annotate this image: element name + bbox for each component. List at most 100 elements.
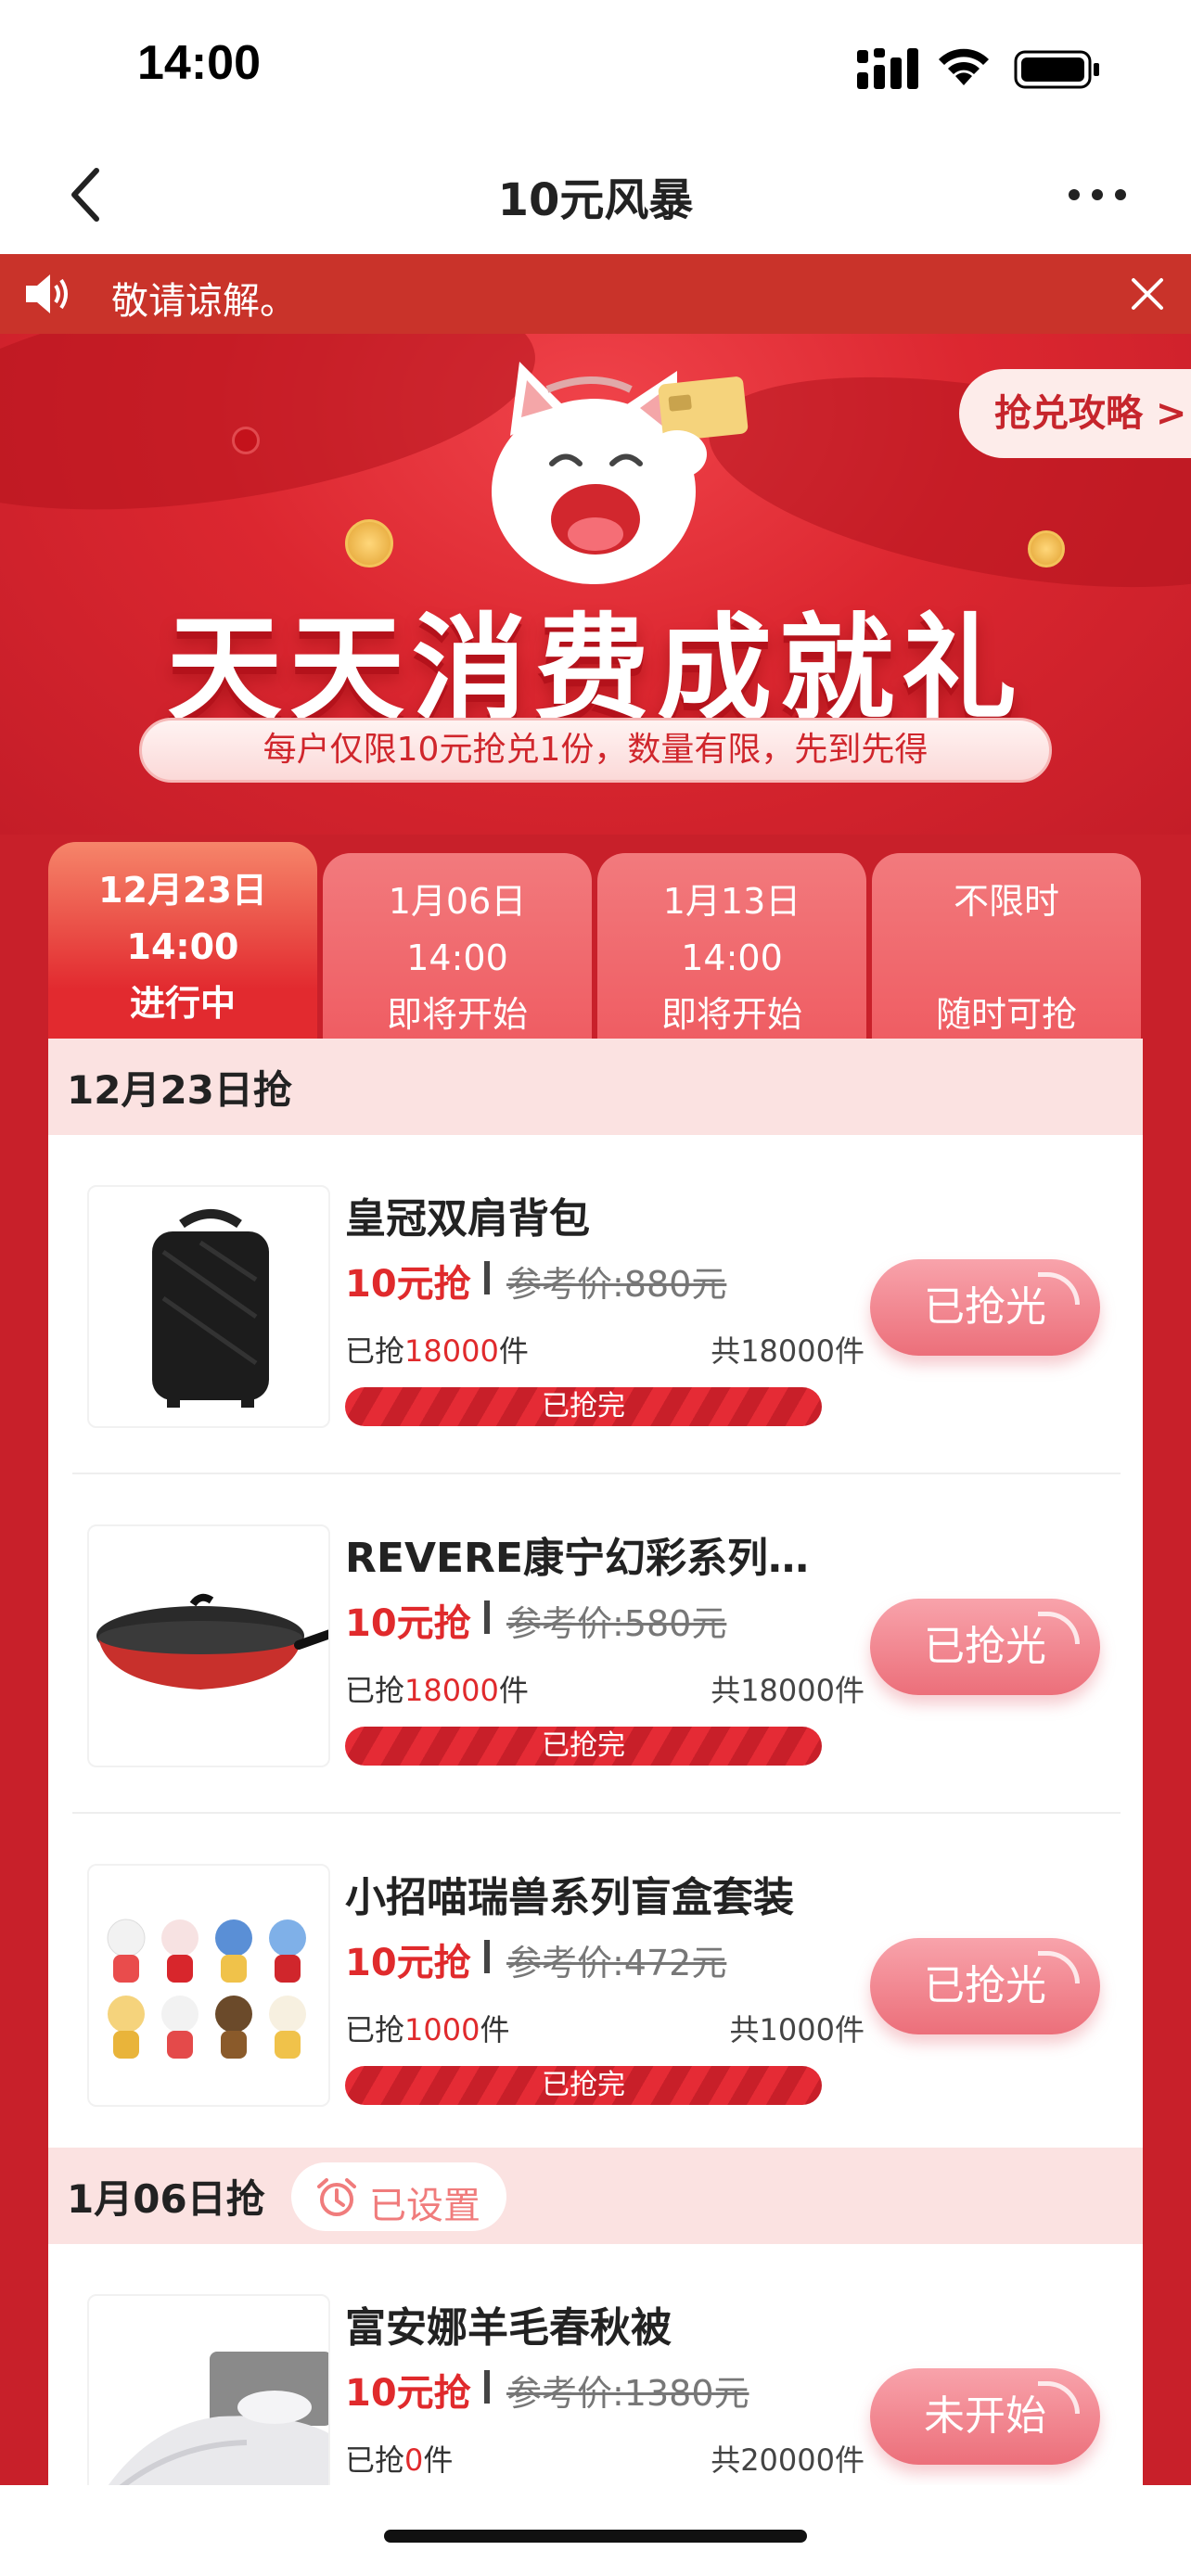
coin-icon	[1028, 530, 1065, 567]
price-separator	[484, 1261, 490, 1294]
sold-number: 1000	[404, 2012, 480, 2047]
sold-count: 已抢1000件	[345, 2007, 509, 2049]
progress-bar-label: 已抢完	[542, 2069, 625, 2101]
battery-icon	[1014, 50, 1099, 89]
tab-time: 14:00	[406, 937, 508, 978]
sold-suffix: 件	[423, 2442, 454, 2478]
sold-prefix: 已抢	[345, 1673, 405, 1708]
reminder-set-button[interactable]: 已设置	[291, 2162, 506, 2231]
total-stock: 共1000件	[729, 2012, 864, 2047]
progress-bar: 已抢完	[345, 1387, 822, 1426]
section-header: 1月06日抢 已设置	[48, 2148, 1143, 2244]
tab-date: 1月13日	[662, 881, 801, 922]
price-separator	[484, 1600, 490, 1634]
total-stock: 共18000件	[711, 1333, 864, 1369]
product-price: 10元抢	[345, 1942, 471, 1984]
tab-unlimited[interactable]: 不限时 随时可抢	[872, 853, 1141, 1039]
tab-jan-06[interactable]: 1月06日 14:00 即将开始	[323, 853, 592, 1039]
session-tabs: 12月23日 14:00 进行中 1月06日 14:00 即将开始 1月13日 …	[48, 842, 1143, 1039]
progress-bar-label: 已抢完	[542, 1390, 625, 1422]
tab-time: 14:00	[681, 937, 783, 978]
section-title: 1月06日抢	[67, 2176, 265, 2222]
tab-date: 1月06日	[388, 881, 527, 922]
progress-bar-label: 已抢完	[542, 1729, 625, 1762]
reference-price: 参考价:880元	[506, 1264, 727, 1305]
coin-icon	[232, 427, 260, 454]
tab-date: 不限时	[953, 881, 1059, 922]
promo-banner: 天天消费成就礼 每户仅限10元抢兑1份，数量有限，先到先得 抢兑攻略 >	[0, 334, 1191, 835]
product-name: 富安娜羊毛春秋被	[345, 2304, 672, 2352]
section-title: 12月23日抢	[67, 1067, 292, 1113]
tab-status: 即将开始	[660, 994, 802, 1035]
tab-date: 12月23日	[98, 870, 267, 911]
sold-count: 已抢0件	[345, 2437, 453, 2480]
coin-icon	[345, 519, 393, 567]
progress-bar: 已抢完	[345, 1727, 822, 1766]
product-item[interactable]: 富安娜羊毛春秋被 10元抢 参考价:1380元 已抢0件 共20000件 未开始	[48, 2244, 1143, 2485]
sold-count: 已抢18000件	[345, 1667, 529, 1710]
cellular-signal-icon	[857, 48, 918, 89]
total-stock: 共20000件	[711, 2442, 864, 2478]
product-price: 10元抢	[345, 2372, 471, 2415]
tab-status: 随时可抢	[935, 994, 1077, 1035]
sold-number: 0	[404, 2442, 424, 2478]
tab-jan-13[interactable]: 1月13日 14:00 即将开始	[597, 853, 866, 1039]
total-stock: 共18000件	[711, 1673, 864, 1708]
sold-out-button[interactable]: 已抢光	[870, 1938, 1100, 2034]
wifi-icon	[939, 48, 989, 85]
reminder-label: 已设置	[369, 2185, 480, 2227]
product-item[interactable]: REVERE康宁幻彩系列… 10元抢 参考价:580元 已抢18000件 共18…	[48, 1474, 1143, 1814]
sold-out-button[interactable]: 已抢光	[870, 1259, 1100, 1356]
banner-title: 天天消费成就礼	[166, 603, 1024, 736]
product-image-wok-pan	[87, 1524, 330, 1767]
reference-price: 参考价:580元	[506, 1603, 727, 1644]
status-bar: 14:00	[0, 0, 1191, 139]
alarm-clock-icon	[317, 2178, 356, 2216]
notice-text: 敬请谅解。	[111, 280, 297, 323]
redeem-guide-button[interactable]: 抢兑攻略 >	[959, 369, 1191, 458]
tab-status: 进行中	[129, 983, 236, 1024]
product-image-bedding	[87, 2294, 330, 2485]
home-indicator[interactable]	[384, 2530, 807, 2543]
product-item[interactable]: 小招喵瑞兽系列盲盒套装 10元抢 参考价:472元 已抢1000件 共1000件…	[48, 1814, 1143, 2142]
price-separator	[484, 1940, 490, 1973]
product-item[interactable]: 皇冠双肩背包 10元抢 参考价:880元 已抢18000件 共18000件 已抢…	[48, 1135, 1143, 1474]
close-icon[interactable]	[1124, 271, 1171, 317]
price-separator	[484, 2370, 490, 2404]
sold-number: 18000	[404, 1673, 499, 1708]
sold-suffix: 件	[480, 2012, 510, 2047]
product-image-backpack	[87, 1185, 330, 1428]
section-header: 12月23日抢	[48, 1039, 1143, 1135]
product-image-blind-box-figures	[87, 1864, 330, 2107]
progress-bar: 已抢完	[345, 2066, 822, 2105]
status-time: 14:00	[137, 36, 261, 90]
sold-suffix: 件	[498, 1673, 529, 1708]
more-options-icon[interactable]	[1065, 176, 1130, 213]
banner-subtitle: 每户仅限10元抢兑1份，数量有限，先到先得	[139, 718, 1052, 783]
sold-count: 已抢18000件	[345, 1328, 529, 1371]
reference-price: 参考价:1380元	[506, 2373, 749, 2414]
sold-prefix: 已抢	[345, 1333, 405, 1369]
sold-out-button[interactable]: 已抢光	[870, 1599, 1100, 1695]
not-started-button[interactable]: 未开始	[870, 2368, 1100, 2465]
product-name: REVERE康宁幻彩系列…	[345, 1535, 809, 1582]
product-price: 10元抢	[345, 1602, 471, 1645]
reference-price: 参考价:472元	[506, 1943, 727, 1983]
sold-prefix: 已抢	[345, 2012, 405, 2047]
product-name: 皇冠双肩背包	[345, 1195, 590, 1243]
product-name: 小招喵瑞兽系列盲盒套装	[345, 1874, 794, 1921]
product-list-panel: 12月23日抢 皇冠双肩背包 10元抢 参考价:880元 已抢18000件 共1…	[48, 1039, 1143, 2485]
home-indicator-area	[0, 2485, 1191, 2576]
notice-bar: 敬请谅解。	[0, 254, 1191, 334]
sold-suffix: 件	[498, 1333, 529, 1369]
product-price: 10元抢	[345, 1263, 471, 1306]
speaker-icon	[26, 274, 68, 313]
page-title: 10元风暴	[497, 174, 694, 226]
tab-time: 14:00	[126, 926, 239, 967]
sold-number: 18000	[404, 1333, 499, 1369]
tab-dec-23[interactable]: 12月23日 14:00 进行中	[48, 842, 317, 1039]
tab-time	[872, 929, 1141, 987]
nav-bar: 10元风暴	[0, 139, 1191, 254]
sold-prefix: 已抢	[345, 2442, 405, 2478]
tab-status: 即将开始	[386, 994, 528, 1035]
